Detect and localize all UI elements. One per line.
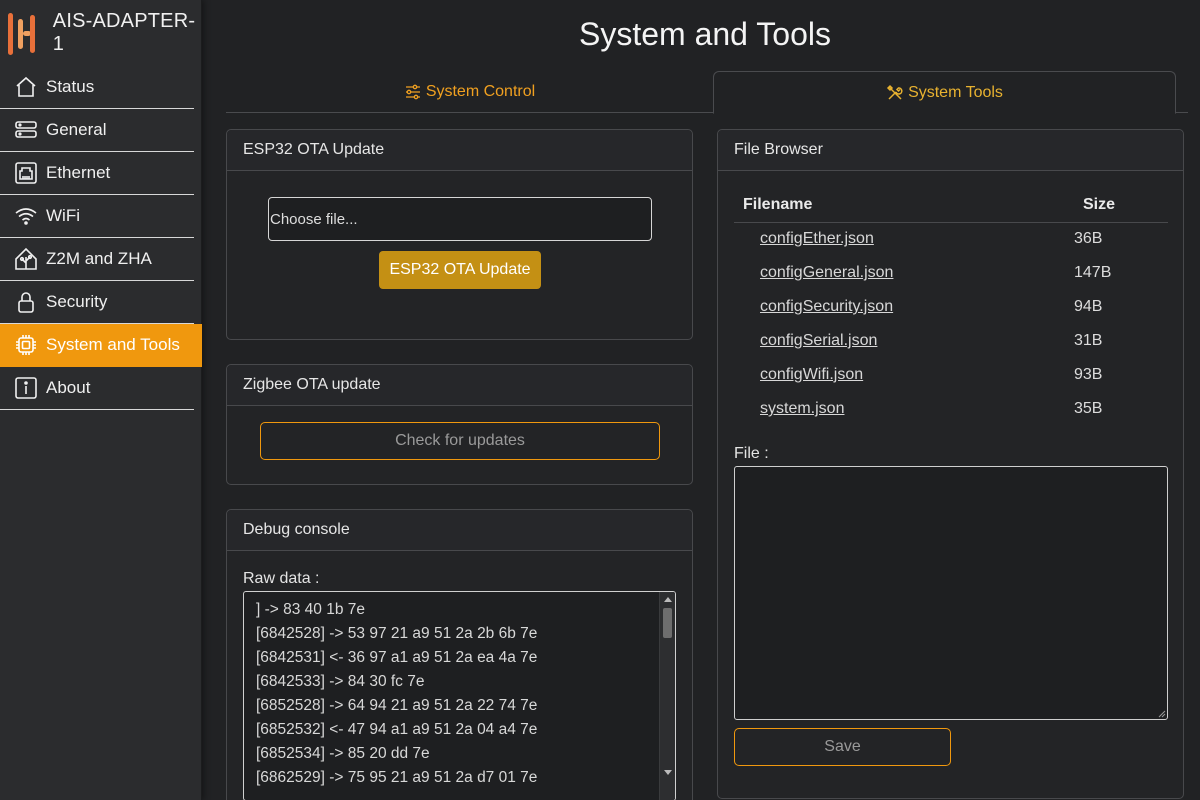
sidebar-item-label: Ethernet (46, 163, 111, 182)
table-row: configSerial.json 31B (734, 324, 1168, 358)
esp32-ota-update-button[interactable]: ESP32 OTA Update (379, 251, 541, 289)
scroll-up-icon[interactable] (664, 597, 672, 602)
sidebar: AIS-ADAPTER-1 Status General Ethernet Wi… (0, 0, 202, 800)
save-button[interactable]: Save (734, 728, 951, 766)
sidebar-item-wifi[interactable]: WiFi (0, 195, 194, 238)
zigbee-card-header: Zigbee OTA update (227, 365, 692, 406)
console-line: [6842533] -> 84 30 fc 7e (256, 673, 425, 690)
file-table: Filename Size configEther.json 36B confi… (734, 188, 1168, 426)
home-icon (12, 73, 40, 101)
file-link[interactable]: configSecurity.json (760, 298, 893, 315)
sidebar-item-label: System and Tools (46, 335, 180, 354)
console-line: [6842528] -> 53 97 21 a9 51 2a 2b 6b 7e (256, 625, 538, 642)
file-content-textarea[interactable] (734, 466, 1168, 720)
check-updates-button[interactable]: Check for updates (260, 422, 660, 460)
page-title: System and Tools (579, 16, 831, 52)
ota-card: ESP32 OTA Update Choose file... ESP32 OT… (226, 129, 693, 340)
info-icon (12, 374, 40, 402)
sidebar-item-label: Security (46, 292, 108, 311)
file-link[interactable]: configEther.json (760, 230, 874, 247)
file-link[interactable]: system.json (760, 400, 844, 417)
sidebar-item-label: WiFi (46, 206, 80, 225)
sliders-icon (404, 83, 422, 101)
resize-handle-icon[interactable] (1158, 710, 1166, 718)
tab-system-tools[interactable]: System Tools (713, 71, 1176, 114)
file-size: 35B (1074, 400, 1103, 417)
ota-card-header: ESP32 OTA Update (227, 130, 692, 171)
console-line: [6852532] <- 47 94 a1 a9 51 2a 04 a4 7e (256, 721, 538, 738)
sidebar-item-label: Z2M and ZHA (46, 249, 152, 268)
console-line: [6842531] <- 36 97 a1 a9 51 2a ea 4a 7e (256, 649, 538, 666)
sidebar-item-z2m-zha[interactable]: Z2M and ZHA (0, 238, 194, 281)
brand: AIS-ADAPTER-1 (0, 0, 201, 66)
table-header-row: Filename Size (734, 188, 1168, 223)
sidebar-item-status[interactable]: Status (0, 66, 194, 109)
file-browser-header: File Browser (718, 130, 1183, 171)
console-line: [6852528] -> 64 94 21 a9 51 2a 22 74 7e (256, 697, 538, 714)
lock-icon (12, 288, 40, 316)
sidebar-item-security[interactable]: Security (0, 281, 194, 324)
sidebar-item-ethernet[interactable]: Ethernet (0, 152, 194, 195)
raw-data-console[interactable]: ] -> 83 40 1b 7e [6842528] -> 53 97 21 a… (243, 591, 676, 800)
file-browser-card: File Browser Filename Size configEther.j… (717, 129, 1184, 799)
console-scrollbar[interactable] (659, 592, 675, 800)
column-size: Size (1074, 188, 1168, 223)
sidebar-item-system-tools[interactable]: System and Tools (0, 324, 202, 367)
app-title: AIS-ADAPTER-1 (52, 10, 196, 55)
sidebar-item-label: About (46, 378, 91, 397)
console-line: [6862529] -> 75 95 21 a9 51 2a d7 01 7e (256, 769, 538, 786)
scroll-thumb[interactable] (663, 608, 672, 638)
file-size: 147B (1074, 264, 1112, 281)
column-filename: Filename (734, 188, 1074, 223)
server-icon (12, 116, 40, 144)
table-row: system.json 35B (734, 392, 1168, 426)
file-link[interactable]: configWifi.json (760, 366, 863, 383)
file-input[interactable]: Choose file... (268, 197, 652, 241)
tab-bar: System Control System Tools (226, 71, 1188, 114)
main-content: System and Tools System Control System T… (210, 0, 1200, 800)
console-line: [6852534] -> 85 20 dd 7e (256, 745, 430, 762)
sidebar-item-label: General (46, 120, 107, 139)
sidebar-item-general[interactable]: General (0, 109, 194, 152)
scroll-down-icon[interactable] (664, 770, 672, 775)
file-size: 94B (1074, 298, 1103, 315)
file-label: File : (734, 445, 769, 462)
file-size: 36B (1074, 230, 1103, 248)
file-link[interactable]: configGeneral.json (760, 264, 893, 281)
sidebar-item-about[interactable]: About (0, 367, 194, 410)
home-assistant-icon (12, 245, 40, 273)
file-size: 93B (1074, 366, 1103, 383)
file-input-placeholder: Choose file... (270, 210, 358, 228)
console-lines: ] -> 83 40 1b 7e [6842528] -> 53 97 21 a… (256, 598, 656, 790)
debug-console-card: Debug console Raw data : ] -> 83 40 1b 7… (226, 509, 693, 800)
chip-icon (12, 331, 40, 359)
debug-card-header: Debug console (227, 510, 692, 551)
tab-label: System Control (425, 83, 536, 100)
tab-label: System Tools (908, 83, 1003, 101)
table-row: configWifi.json 93B (734, 358, 1168, 392)
table-row: configGeneral.json 147B (734, 256, 1168, 290)
table-row: configSecurity.json 94B (734, 290, 1168, 324)
table-row: configEther.json 36B (734, 222, 1168, 256)
tools-icon (886, 84, 904, 102)
tab-system-control[interactable]: System Control (226, 71, 713, 113)
raw-data-label: Raw data : (243, 570, 320, 587)
console-line: ] -> 83 40 1b 7e (256, 601, 366, 618)
file-size: 31B (1074, 332, 1103, 349)
logo (6, 5, 39, 61)
file-link[interactable]: configSerial.json (760, 332, 877, 349)
wifi-icon (12, 202, 40, 230)
sidebar-item-label: Status (46, 77, 95, 96)
ethernet-icon (12, 159, 40, 187)
zigbee-ota-card: Zigbee OTA update Check for updates (226, 364, 693, 485)
